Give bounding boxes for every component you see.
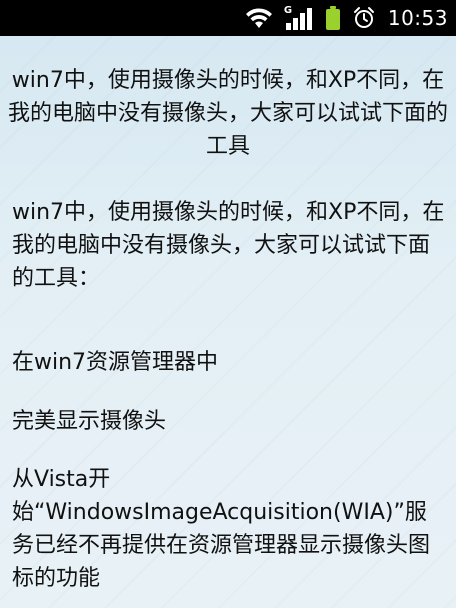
network-badge: G: [283, 5, 293, 16]
article-paragraph-intro: win7中，使用摄像头的时候，和XP不同，在我的电脑中没有摄像头，大家可以试试下…: [12, 200, 445, 291]
article-title: win7中，使用摄像头的时候，和XP不同，在我的电脑中没有摄像头，大家可以试试下…: [8, 68, 449, 159]
clock-time: 10:53: [387, 6, 448, 30]
article-paragraph-explorer: 在win7资源管理器中: [12, 350, 219, 375]
wifi-icon: [244, 6, 274, 30]
signal-icon: G: [284, 5, 314, 31]
article-paragraph-wia: 从Vista开始“WindowsImageAcquisition(WIA)”服务…: [12, 467, 431, 591]
status-icons: G 10:53: [244, 0, 448, 36]
battery-icon: [324, 5, 342, 31]
article-paragraph-display: 完美显示摄像头: [12, 409, 167, 434]
article-content[interactable]: win7中，使用摄像头的时候，和XP不同，在我的电脑中没有摄像头，大家可以试试下…: [0, 36, 456, 608]
alarm-icon: [352, 6, 376, 30]
status-bar: G 10:53: [0, 0, 456, 36]
